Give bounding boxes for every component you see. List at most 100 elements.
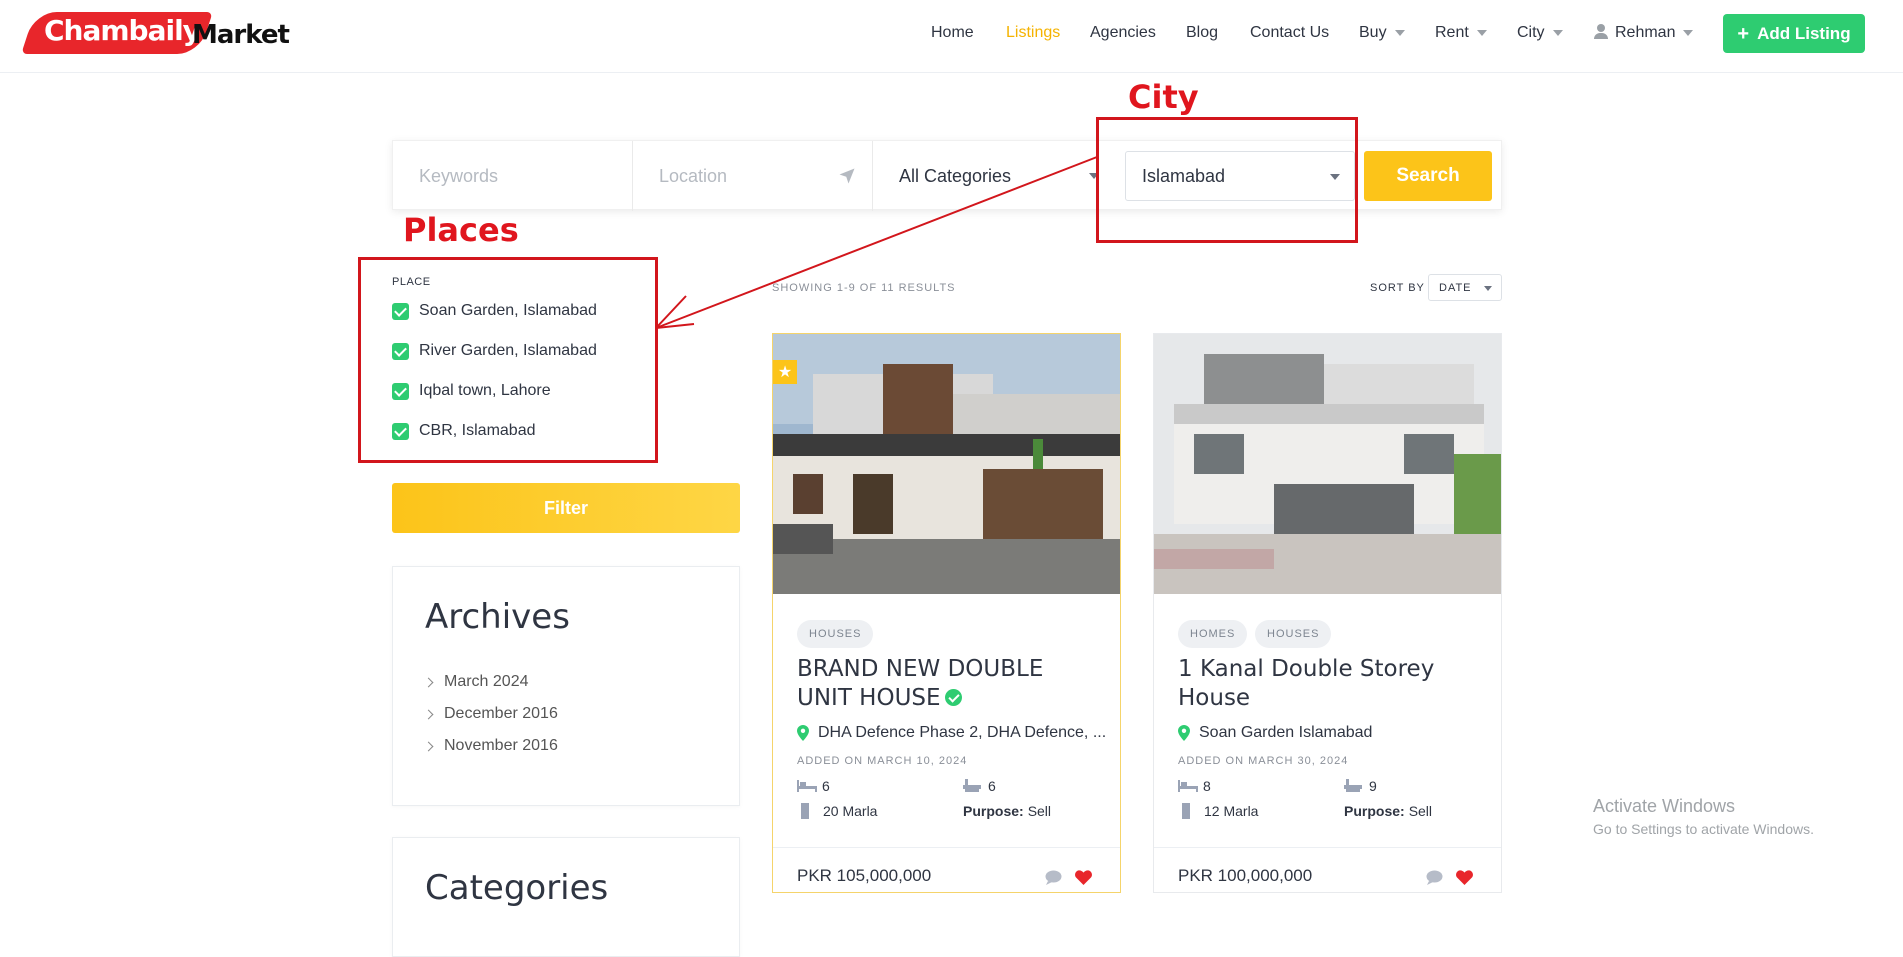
place-option[interactable]: Iqbal town, Lahore	[392, 381, 551, 401]
nav-user-menu[interactable]: Rehman	[1594, 24, 1694, 42]
listing-added-date: ADDED ON MARCH 10, 2024	[797, 755, 968, 767]
purpose-value: Sell	[1027, 803, 1052, 819]
location-input[interactable]: Location	[633, 141, 873, 211]
purpose-value: Sell	[1408, 803, 1433, 819]
place-filter-title: PLACE	[392, 276, 431, 288]
listing-card[interactable]: ★ HOUSES BRAND NEW DOUBLE UNIT HOUSE DHA…	[772, 333, 1121, 893]
category-select[interactable]: All Categories	[873, 141, 1113, 211]
category-tag[interactable]: HOUSES	[797, 620, 874, 648]
logo-text-part1: Chambaily	[44, 14, 201, 47]
listing-card[interactable]: HOMES HOUSES 1 Kanal Double Storey House…	[1153, 333, 1502, 893]
heart-icon[interactable]	[1075, 870, 1092, 885]
sort-by-label: SORT BY	[1370, 282, 1425, 294]
chevron-right-icon	[423, 709, 434, 719]
archive-link[interactable]: November 2016	[423, 737, 558, 755]
archive-link[interactable]: March 2024	[423, 673, 529, 691]
chevron-right-icon	[423, 741, 434, 751]
bedrooms-value: 6	[822, 778, 830, 794]
card-divider	[773, 847, 1120, 848]
category-tag[interactable]: HOMES	[1178, 620, 1248, 648]
map-pin-icon	[1178, 725, 1190, 741]
category-tag[interactable]: HOUSES	[1255, 620, 1332, 648]
search-button[interactable]: Search	[1364, 151, 1492, 201]
nav-buy-label: Buy	[1359, 24, 1387, 41]
card-divider	[1154, 847, 1501, 848]
listing-added-date: ADDED ON MARCH 30, 2024	[1178, 755, 1349, 767]
checkbox-checked-icon[interactable]	[392, 382, 409, 400]
place-option[interactable]: Soan Garden, Islamabad	[392, 301, 597, 321]
bathrooms: 6	[963, 778, 996, 794]
archive-link[interactable]: December 2016	[423, 705, 558, 723]
nav-home[interactable]: Home	[931, 24, 974, 42]
house-photo-image	[773, 334, 1120, 594]
category-value: All Categories	[899, 165, 1012, 186]
house-photo-image	[1154, 334, 1501, 594]
place-option[interactable]: River Garden, Islamabad	[392, 341, 597, 361]
windows-activation-watermark: Activate Windows Go to Settings to activ…	[1593, 796, 1814, 837]
featured-star-icon: ★	[773, 360, 797, 384]
purpose: Purpose: Sell	[1344, 803, 1432, 819]
checkbox-checked-icon[interactable]	[392, 422, 409, 440]
checkbox-checked-icon[interactable]	[392, 342, 409, 360]
bath-icon	[1344, 779, 1362, 792]
archives-widget: Archives March 2024 December 2016 Novemb…	[392, 566, 740, 806]
location-placeholder: Location	[659, 165, 728, 186]
nav-city[interactable]: City	[1517, 24, 1563, 42]
plus-icon: +	[1737, 22, 1750, 45]
area-value: 20 Marla	[823, 803, 878, 819]
sort-select[interactable]: DATE	[1428, 274, 1502, 301]
chevron-down-icon	[1552, 29, 1563, 36]
chevron-down-icon	[1476, 29, 1487, 36]
nav-rent[interactable]: Rent	[1435, 24, 1487, 42]
chevron-down-icon	[1394, 29, 1405, 36]
bathrooms: 9	[1344, 778, 1377, 794]
brand-logo[interactable]: Chambaily Market	[21, 12, 298, 54]
purpose-label: Purpose:	[1344, 803, 1405, 819]
place-option[interactable]: CBR, Islamabad	[392, 421, 536, 441]
bedrooms: 8	[1178, 778, 1211, 794]
listing-address-text: DHA Defence Phase 2, DHA Defence, ...	[818, 724, 1107, 741]
annotation-places-label: Places	[403, 211, 519, 249]
heart-icon[interactable]	[1456, 870, 1473, 885]
place-label: River Garden, Islamabad	[419, 342, 597, 359]
place-label: Soan Garden, Islamabad	[419, 302, 597, 319]
add-listing-label: Add Listing	[1757, 23, 1851, 43]
logo-text-part2: Market	[192, 20, 290, 50]
nav-listings[interactable]: Listings	[1006, 24, 1060, 42]
purpose-label: Purpose:	[963, 803, 1024, 819]
place-label: CBR, Islamabad	[419, 422, 536, 439]
checkbox-checked-icon[interactable]	[392, 302, 409, 320]
results-count: SHOWING 1-9 OF 11 RESULTS	[772, 282, 956, 294]
filter-button[interactable]: Filter	[392, 483, 740, 533]
bed-icon	[797, 780, 817, 792]
locate-arrow-icon[interactable]	[838, 167, 856, 185]
nav-blog[interactable]: Blog	[1186, 24, 1218, 42]
nav-agencies[interactable]: Agencies	[1090, 24, 1156, 42]
listing-photo[interactable]	[1154, 334, 1501, 594]
archive-label: December 2016	[444, 705, 558, 722]
nav-buy[interactable]: Buy	[1359, 24, 1405, 42]
comment-icon[interactable]	[1426, 870, 1443, 885]
listing-title-text: BRAND NEW DOUBLE UNIT HOUSE	[797, 656, 1044, 711]
bathrooms-value: 9	[1369, 778, 1377, 794]
categories-widget: Categories	[392, 837, 740, 957]
bath-icon	[963, 779, 981, 792]
nav-rent-label: Rent	[1435, 24, 1469, 41]
user-icon	[1594, 24, 1608, 39]
site-header: Chambaily Market Home Listings Agencies …	[0, 0, 1903, 73]
listing-address: Soan Garden Islamabad	[1178, 724, 1372, 742]
listing-price: PKR 100,000,000	[1178, 866, 1313, 885]
listing-title[interactable]: BRAND NEW DOUBLE UNIT HOUSE	[797, 655, 1102, 713]
comment-icon[interactable]	[1045, 870, 1062, 885]
listing-photo[interactable]	[773, 334, 1120, 594]
categories-title: Categories	[425, 868, 609, 908]
chevron-down-icon	[1683, 29, 1694, 36]
nav-contact[interactable]: Contact Us	[1250, 24, 1329, 42]
area-icon	[1182, 803, 1190, 819]
listing-title[interactable]: 1 Kanal Double Storey House	[1178, 655, 1483, 713]
keywords-input[interactable]: Keywords	[393, 141, 633, 211]
area: 20 Marla	[801, 803, 877, 819]
archives-title: Archives	[425, 597, 570, 637]
annotation-city-label: City	[1128, 78, 1199, 116]
add-listing-button[interactable]: + Add Listing	[1723, 14, 1865, 53]
